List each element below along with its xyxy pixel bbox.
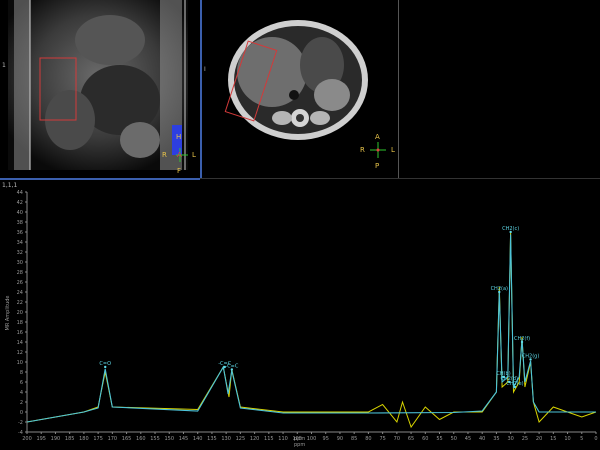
peak-marker xyxy=(513,385,517,389)
x-tick-label: 50 xyxy=(451,436,457,442)
x-tick-label: 145 xyxy=(179,436,189,442)
y-tick-label: 8 xyxy=(20,370,23,376)
orientation-left-label: R xyxy=(360,146,365,154)
y-tick-label: 18 xyxy=(17,320,23,326)
orientation-bottom-label: P xyxy=(375,162,380,170)
axial-side-tick: I xyxy=(204,66,206,73)
y-tick-label: 36 xyxy=(17,230,23,236)
y-tick-label: 6 xyxy=(20,380,23,386)
x-tick-label: 20 xyxy=(536,436,542,442)
x-tick-label: 30 xyxy=(507,436,513,442)
coronal-viewport[interactable]: 1 H R A L F xyxy=(0,0,202,178)
x-tick-label: 95 xyxy=(323,436,329,442)
x-tick-label: 45 xyxy=(465,436,471,442)
x-tick-label: 200 xyxy=(22,436,32,442)
y-tick-label: 20 xyxy=(17,310,23,316)
y-tick-label: 24 xyxy=(17,290,23,296)
orientation-left-label: R xyxy=(162,151,167,159)
x-tick-label: 140 xyxy=(193,436,203,442)
x-tick-label: 0 xyxy=(594,436,597,442)
y-tick-label: -2 xyxy=(18,420,23,426)
y-tick-label: 38 xyxy=(17,220,23,226)
x-tick-label: 35 xyxy=(493,436,499,442)
x-tick-label: 170 xyxy=(108,436,118,442)
x-tick-label: 125 xyxy=(236,436,246,442)
x-tick-label: 130 xyxy=(221,436,231,442)
x-tick-label: 55 xyxy=(436,436,442,442)
x-tick-label: 40 xyxy=(479,436,485,442)
x-tick-label: 135 xyxy=(207,436,217,442)
x-tick-label: 100 xyxy=(307,436,317,442)
x-tick-label: 80 xyxy=(365,436,371,442)
orientation-bottom-label: F xyxy=(177,167,182,175)
y-tick-label: 34 xyxy=(17,240,23,246)
empty-viewport[interactable] xyxy=(399,0,600,178)
peak-marker xyxy=(509,230,512,234)
orientation-center-label: A xyxy=(177,151,182,159)
y-tick-label: 14 xyxy=(17,340,23,346)
y-tick-label: 42 xyxy=(17,200,23,206)
y-tick-label: 26 xyxy=(17,280,23,286)
peak-marker xyxy=(529,358,532,361)
x-tick-label: 175 xyxy=(93,436,103,442)
x-tick-label: 60 xyxy=(422,436,428,442)
x-tick-label: 180 xyxy=(79,436,89,442)
y-tick-label: 4 xyxy=(20,390,23,396)
y-tick-label: 2 xyxy=(20,400,23,406)
x-tick-label: 5 xyxy=(580,436,583,442)
peak-marker xyxy=(104,365,107,369)
coronal-side-tick: 1 xyxy=(2,62,6,69)
peak-marker xyxy=(230,368,234,371)
y-tick-label: 30 xyxy=(17,260,23,266)
x-tick-label: 160 xyxy=(136,436,146,442)
orientation-right-label: L xyxy=(192,151,196,159)
orientation-top-label: H xyxy=(176,133,182,141)
x-tick-label: 70 xyxy=(394,436,400,442)
y-tick-label: 40 xyxy=(17,210,23,216)
x-tick-label: 75 xyxy=(379,436,385,442)
x-tick-label: 165 xyxy=(122,436,132,442)
spectrum-panel[interactable]: 1,1,1 MR Amplitude -4 -2 0 2 4 6 8 10 12 14 16 18 20… xyxy=(0,180,600,450)
x-tick-label: 150 xyxy=(164,436,174,442)
x-tick-label: 190 xyxy=(51,436,61,442)
viewport-divider xyxy=(200,178,600,179)
peak-marker xyxy=(520,340,524,344)
spectrum-chart[interactable]: -4-2024681012141618202224262830323436384… xyxy=(0,180,600,450)
orientation-right-label: L xyxy=(391,146,395,154)
x-tick-label: 110 xyxy=(278,436,288,442)
y-tick-label: 16 xyxy=(17,330,23,336)
y-tick-label: 32 xyxy=(17,250,23,256)
y-tick-label: 12 xyxy=(17,350,23,356)
x-tick-label: 90 xyxy=(337,436,343,442)
y-tick-label: 22 xyxy=(17,300,23,306)
x-tick-label: 65 xyxy=(408,436,414,442)
x-tick-label: 120 xyxy=(250,436,260,442)
axial-image xyxy=(224,20,386,158)
x-tick-label: 195 xyxy=(36,436,46,442)
y-tick-label: 0 xyxy=(20,410,23,416)
x-tick-label: 155 xyxy=(150,436,160,442)
fit-spectrum-line xyxy=(26,234,596,423)
y-tick-label: 10 xyxy=(17,360,23,366)
x-tick-label: 10 xyxy=(564,436,570,442)
x-tick-label: 15 xyxy=(550,436,556,442)
x-axis-label-2: ppm xyxy=(294,442,306,448)
orientation-top-label: A xyxy=(375,133,380,141)
x-tick-label: 185 xyxy=(65,436,75,442)
y-tick-label: 44 xyxy=(17,190,23,196)
y-tick-label: 28 xyxy=(17,270,23,276)
x-tick-label: 115 xyxy=(264,436,274,442)
x-tick-label: 25 xyxy=(522,436,528,442)
coronal-image xyxy=(8,0,188,170)
x-tick-label: 85 xyxy=(351,436,357,442)
axial-viewport[interactable]: I A R L P xyxy=(202,0,399,178)
peak-marker xyxy=(498,290,501,294)
